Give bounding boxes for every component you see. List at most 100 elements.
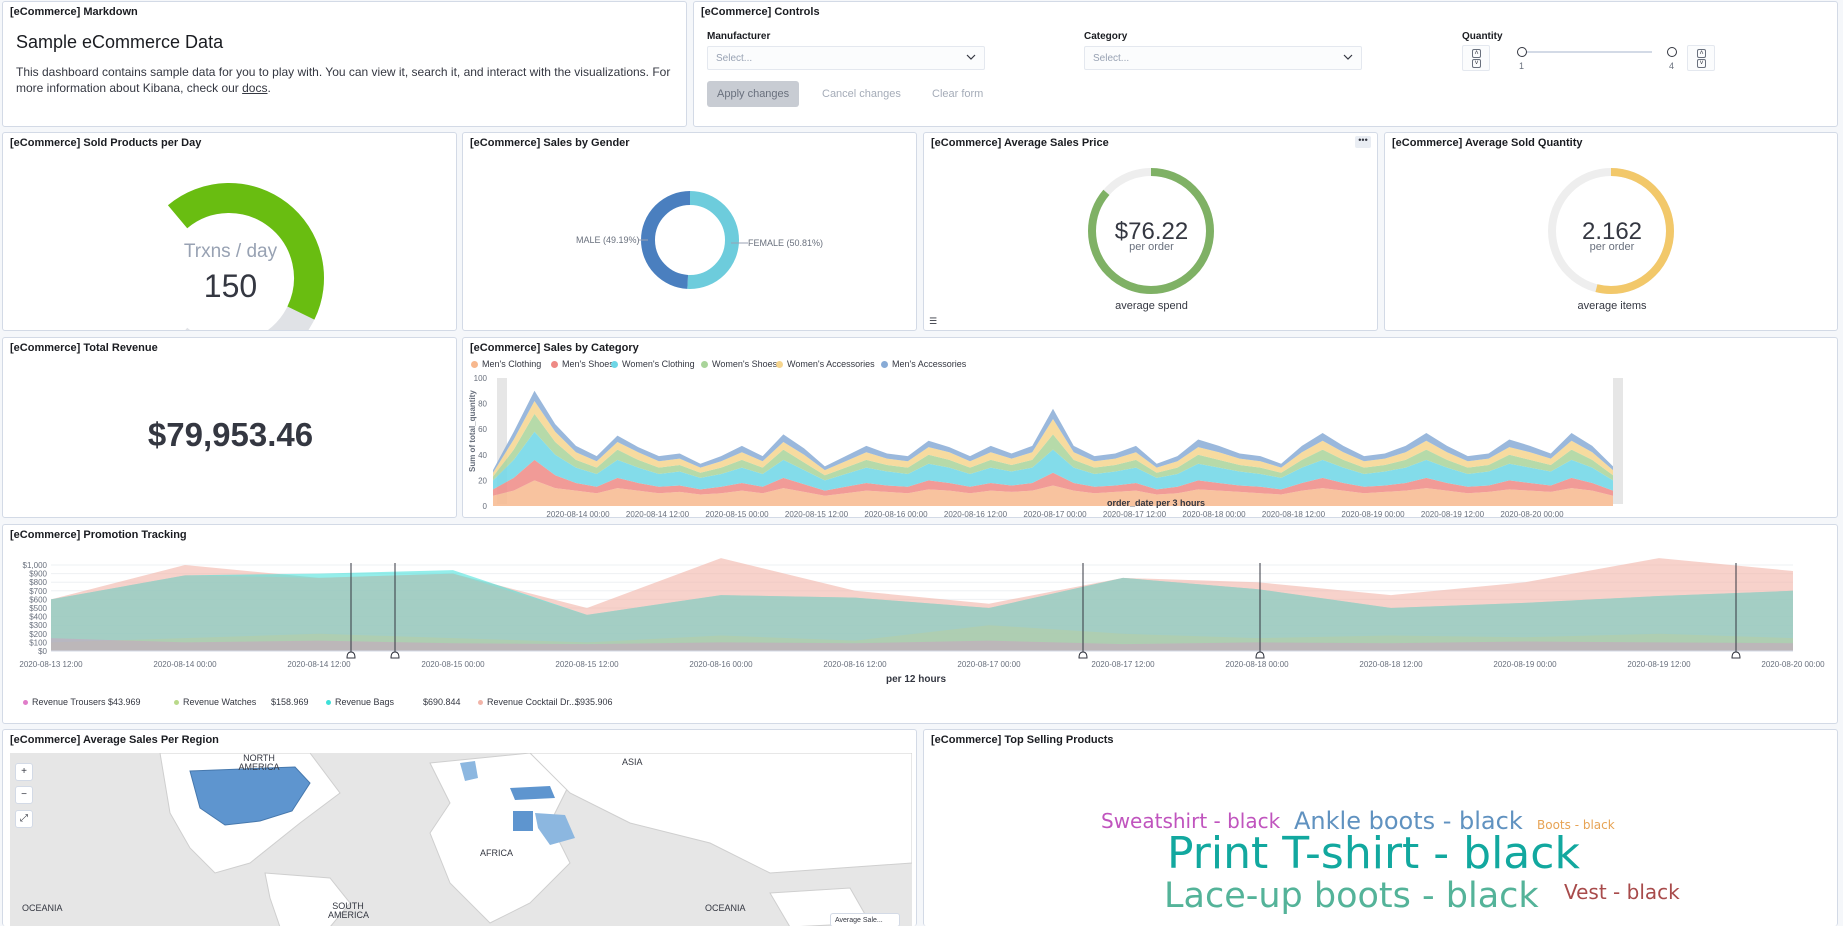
egypt-region: [513, 811, 533, 831]
y-tick-label: $900: [29, 570, 47, 579]
x-tick-label: 2020-08-14 12:00: [626, 510, 690, 518]
y-tick-label: 20: [478, 476, 487, 485]
panel-title: [eCommerce] Controls: [701, 6, 820, 18]
y-tick-label: $300: [29, 621, 47, 630]
panel-title: [eCommerce] Markdown: [10, 6, 138, 18]
y-tick-label: $200: [29, 630, 47, 639]
x-tick-label: 2020-08-16 12:00: [944, 510, 1008, 518]
x-tick-label: 2020-08-16 00:00: [864, 510, 928, 518]
manufacturer-placeholder: Select...: [716, 53, 753, 64]
legend-item[interactable]: Revenue Cocktail Dr...: [478, 697, 577, 707]
category-placeholder: Select...: [1093, 53, 1130, 64]
promotion-area-chart: $0$100$200$300$400$500$600$700$800$900$1…: [19, 558, 1825, 669]
y-tick-label: 80: [478, 400, 487, 409]
decrement-icon[interactable]: ˅: [1697, 59, 1706, 68]
gauge-value: 150: [203, 268, 258, 304]
x-tick-label: 2020-08-15 12:00: [555, 660, 619, 669]
quantity-max-value: 4: [1669, 61, 1675, 71]
zoom-out-button[interactable]: −: [15, 786, 33, 804]
female-label: FEMALE (50.81%): [748, 238, 823, 248]
y-tick-label: $0: [38, 647, 47, 656]
apply-changes-button[interactable]: Apply changes: [707, 81, 800, 107]
x-tick-label: 2020-08-18 00:00: [1225, 660, 1289, 669]
gender-donut: MALE (49.19%) FEMALE (50.81%): [576, 191, 823, 289]
word-print-tshirt[interactable]: Print T-shirt - black: [1167, 828, 1580, 879]
bell-icon: [390, 651, 400, 659]
map-label-north-america: NORTH AMERICA: [238, 753, 280, 772]
panel-title: [eCommerce] Total Revenue: [10, 342, 158, 354]
legend-label: Revenue Watches: [183, 697, 257, 707]
panel-title: [eCommerce] Average Sales Per Region: [10, 734, 219, 746]
x-tick-label: 2020-08-16 00:00: [689, 660, 753, 669]
legend-item[interactable]: Revenue Bags: [326, 697, 394, 707]
legend-swatch: [478, 700, 483, 706]
cancel-changes-button[interactable]: Cancel changes: [812, 81, 911, 107]
zoom-in-button[interactable]: +: [15, 763, 33, 781]
legend-swatch: [23, 700, 28, 706]
x-tick-label: 2020-08-20 00:00: [1761, 660, 1825, 669]
category-select[interactable]: Select...: [1084, 46, 1362, 70]
controls-panel: [eCommerce] Controls Manufacturer Select…: [693, 1, 1838, 127]
y-tick-label: $500: [29, 604, 47, 613]
x-tick-label: 2020-08-14 12:00: [287, 660, 351, 669]
chevron-down-icon: [966, 54, 976, 60]
avg-price-sub: per order: [1129, 241, 1174, 253]
legend-value: $158.969: [271, 697, 309, 707]
legend-item[interactable]: Revenue Watches: [174, 697, 256, 707]
revenue-value: $79,953.46: [147, 416, 314, 453]
promo-panel: [eCommerce] Promotion Tracking $0 $100 $20…: [2, 524, 1838, 724]
bell-icon: [1731, 651, 1741, 659]
legend-label: Revenue Trousers: [32, 697, 106, 707]
x-tick-label: 2020-08-19 12:00: [1421, 510, 1485, 518]
quantity-slider-track[interactable]: [1522, 51, 1652, 53]
quantity-min-stepper[interactable]: ˄ ˅: [1462, 45, 1490, 71]
map-legend: Average Sale...: [830, 913, 900, 926]
chevron-down-icon: [1343, 54, 1353, 60]
quantity-max-stepper[interactable]: ˄ ˅: [1687, 45, 1715, 71]
y-tick-label: 60: [478, 425, 487, 434]
legend-swatch: [174, 700, 179, 706]
x-tick-label: 2020-08-17 00:00: [1023, 510, 1087, 518]
x-tick-label: 2020-08-17 12:00: [1091, 660, 1155, 669]
y-tick-label: $100: [29, 638, 47, 647]
y-tick-label: $800: [29, 578, 47, 587]
x-tick-label: 2020-08-13 12:00: [19, 660, 83, 669]
y-tick-label: 100: [474, 374, 488, 383]
asia-landmass: [529, 753, 912, 874]
legend-label: Revenue Cocktail Dr...: [487, 697, 577, 707]
x-tick-label: 2020-08-17 00:00: [957, 660, 1021, 669]
word-lace-up-boots[interactable]: Lace-up boots - black: [1164, 876, 1539, 916]
y-tick-label: 40: [478, 451, 487, 460]
quantity-slider-max-handle[interactable]: [1667, 47, 1677, 57]
clear-form-button[interactable]: Clear form: [922, 81, 993, 107]
range-bar-right: [1613, 378, 1623, 504]
sold-per-day-panel: [eCommerce] Sold Products per Day Trxns …: [2, 132, 457, 331]
legend-item[interactable]: Revenue Trousers: [23, 697, 106, 707]
map-label-africa: AFRICA: [480, 848, 514, 858]
decrement-icon[interactable]: ˅: [1472, 59, 1481, 68]
category-panel: [eCommerce] Sales by Category Men's Clot…: [462, 337, 1838, 518]
map-area[interactable]: NORTH AMERICA ASIA AFRICA SOUTH AMERICA …: [10, 753, 912, 926]
y-tick-label: $400: [29, 613, 47, 622]
x-tick-label: 2020-08-18 12:00: [1359, 660, 1423, 669]
revenue-panel: [eCommerce] Total Revenue $79,953.46: [2, 337, 457, 518]
legend-label: Revenue Bags: [335, 697, 395, 707]
bell-icon: [1255, 651, 1265, 659]
increment-icon[interactable]: ˄: [1472, 49, 1481, 58]
region-panel: [eCommerce] Average Sales Per Region NOR…: [2, 729, 917, 926]
y-tick-label: $700: [29, 587, 47, 596]
avg-price-caption: average spend: [1115, 300, 1188, 312]
promo-xlabel: per 12 hours: [885, 674, 947, 685]
manufacturer-select[interactable]: Select...: [707, 46, 985, 70]
x-tick-label: 2020-08-15 00:00: [421, 660, 485, 669]
list-icon[interactable]: ☰: [929, 316, 937, 327]
world-map: [159, 753, 912, 926]
quantity-slider-min-handle[interactable]: [1517, 47, 1527, 57]
word-vest[interactable]: Vest - black: [1564, 880, 1680, 904]
x-tick-label: 2020-08-19 00:00: [1341, 510, 1405, 518]
increment-icon[interactable]: ˄: [1697, 49, 1706, 58]
fit-bounds-button[interactable]: ⤢: [15, 810, 33, 828]
x-tick-label: 2020-08-15 00:00: [705, 510, 769, 518]
docs-link[interactable]: docs: [242, 81, 267, 95]
map-label-oceania-right: OCEANIA: [705, 903, 746, 913]
